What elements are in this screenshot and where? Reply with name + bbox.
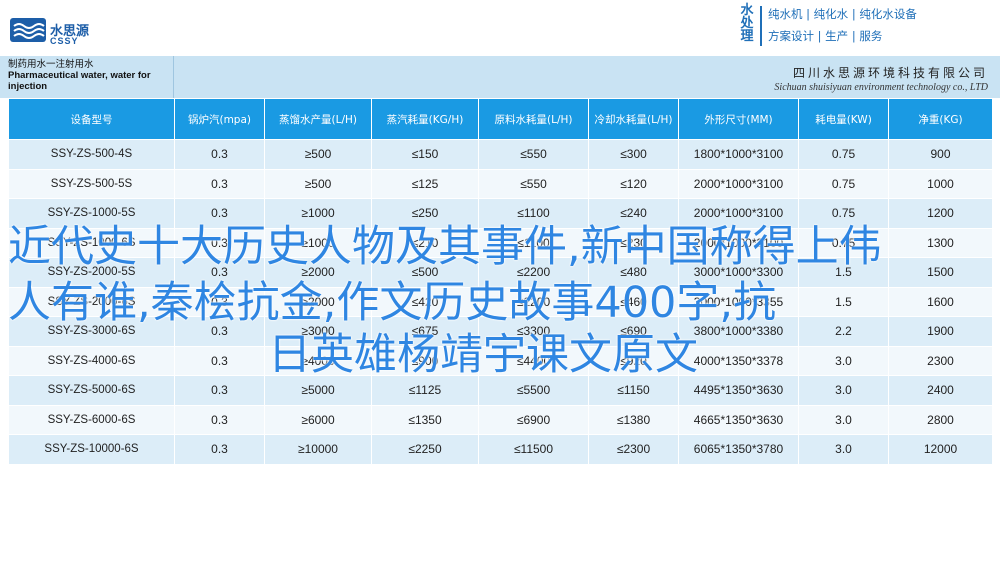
banner-title-en: Pharmaceutical water, water for injectio… — [8, 70, 151, 92]
cell-model: SSY-ZS-5000-6S — [8, 375, 175, 406]
services-line-2: 方案设计 | 生产 | 服务 — [768, 29, 883, 43]
overlay-line-1: 近代史十大历史人物及其事件,新中国称得上伟 — [8, 222, 882, 272]
company-name-cn: 四川水思源环境科技有限公司 — [792, 66, 988, 80]
table-row: SSY-ZS-500-5S 0.3 ≥500 ≤125 ≤550 ≤120 2000*100… — [8, 168, 993, 199]
cell-cooling-water: ≤300 — [588, 139, 679, 170]
banner-title-cn: 制药用水一注射用水 — [8, 59, 94, 70]
company-name-en: Sichuan shuisiyuan environment technolog… — [774, 82, 988, 93]
cell-net-weight: 1600 — [888, 286, 993, 317]
cell-boiler-pressure: 0.3 — [174, 345, 265, 376]
cell-dimensions: 1800*1000*3100 — [678, 139, 799, 170]
overlay-line-3: 日英雄杨靖宇课文原文 — [268, 330, 698, 380]
cell-distilled-output: ≥500 — [264, 168, 372, 199]
cell-cooling-water: ≤2300 — [588, 434, 679, 465]
cell-net-weight: 900 — [888, 139, 993, 170]
cell-power: 1.5 — [798, 286, 889, 317]
cell-net-weight: 1500 — [888, 257, 993, 288]
cell-steam-consumption: ≤1350 — [371, 404, 479, 435]
cell-feed-water: ≤6900 — [478, 404, 589, 435]
brand-logo[interactable]: 水思源 CSSY — [10, 14, 105, 48]
cell-feed-water: ≤550 — [478, 139, 589, 170]
header-bar: 水思源 CSSY 水处理 纯水机 | 纯化水 | 纯化水设备 方案设计 | 生产… — [0, 0, 1000, 56]
col-header-boiler-pressure: 锅炉汽(mpa) — [174, 98, 265, 140]
cell-model: SSY-ZS-500-5S — [8, 168, 175, 199]
cell-boiler-pressure: 0.3 — [174, 404, 265, 435]
cell-cooling-water: ≤1380 — [588, 404, 679, 435]
cell-net-weight: 1300 — [888, 227, 993, 258]
cell-dimensions: 4665*1350*3630 — [678, 404, 799, 435]
cell-net-weight: 1200 — [888, 198, 993, 229]
col-header-feed-water: 原料水耗量(L/H) — [478, 98, 589, 140]
cell-net-weight: 2800 — [888, 404, 993, 435]
cell-net-weight: 12000 — [888, 434, 993, 465]
cell-net-weight: 1900 — [888, 316, 993, 347]
brand-name-en: CSSY — [50, 36, 79, 46]
col-header-cooling-water: 冷却水耗量(L/H) — [588, 98, 679, 140]
cell-distilled-output: ≥10000 — [264, 434, 372, 465]
cell-boiler-pressure: 0.3 — [174, 434, 265, 465]
cell-boiler-pressure: 0.3 — [174, 168, 265, 199]
cell-power: 3.0 — [798, 404, 889, 435]
banner-divider — [173, 56, 174, 98]
cell-model: SSY-ZS-6000-6S — [8, 404, 175, 435]
col-header-model: 设备型号 — [8, 98, 175, 140]
cell-feed-water: ≤11500 — [478, 434, 589, 465]
cell-power: 2.2 — [798, 316, 889, 347]
table-row: SSY-ZS-6000-6S 0.3 ≥6000 ≤1350 ≤6900 ≤1380 466… — [8, 404, 993, 435]
cell-power: 0.75 — [798, 168, 889, 199]
overlay-line-2: 人有谁,秦桧抗金,作文历史故事400字,抗 — [8, 278, 777, 328]
cell-dimensions: 6065*1350*3780 — [678, 434, 799, 465]
cell-power: 0.75 — [798, 139, 889, 170]
cell-feed-water: ≤550 — [478, 168, 589, 199]
banner-title: 制药用水一注射用水 Pharmaceutical water, water fo… — [8, 59, 173, 92]
cell-steam-consumption: ≤125 — [371, 168, 479, 199]
cell-boiler-pressure: 0.3 — [174, 375, 265, 406]
cell-steam-consumption: ≤2250 — [371, 434, 479, 465]
services-divider — [760, 6, 762, 46]
cell-distilled-output: ≥500 — [264, 139, 372, 170]
col-header-net-weight: 净重(KG) — [888, 98, 993, 140]
cell-power: 3.0 — [798, 375, 889, 406]
cell-net-weight: 2300 — [888, 345, 993, 376]
cell-distilled-output: ≥6000 — [264, 404, 372, 435]
col-header-distilled-output: 蒸馏水产量(L/H) — [264, 98, 372, 140]
services-side-label: 水处理 — [740, 3, 754, 44]
cell-power: 3.0 — [798, 434, 889, 465]
services-block: 水处理 纯水机 | 纯化水 | 纯化水设备 方案设计 | 生产 | 服务 — [738, 4, 988, 48]
cell-model: SSY-ZS-500-4S — [8, 139, 175, 170]
cell-net-weight: 2400 — [888, 375, 993, 406]
cell-steam-consumption: ≤150 — [371, 139, 479, 170]
cell-boiler-pressure: 0.3 — [174, 139, 265, 170]
col-header-steam-consumption: 蒸汽耗量(KG/H) — [371, 98, 479, 140]
cell-model: SSY-ZS-4000-6S — [8, 345, 175, 376]
cell-power: 3.0 — [798, 345, 889, 376]
cell-cooling-water: ≤120 — [588, 168, 679, 199]
logo-waves-icon — [10, 18, 46, 42]
table-header-row: 设备型号 锅炉汽(mpa) 蒸馏水产量(L/H) 蒸汽耗量(KG/H) 原料水耗… — [8, 98, 993, 140]
table-row: SSY-ZS-10000-6S 0.3 ≥10000 ≤2250 ≤11500 ≤2300… — [8, 434, 993, 465]
col-header-dimensions: 外形尺寸(MM) — [678, 98, 799, 140]
cell-net-weight: 1000 — [888, 168, 993, 199]
col-header-power: 耗电量(KW) — [798, 98, 889, 140]
table-row: SSY-ZS-500-4S 0.3 ≥500 ≤150 ≤550 ≤300 1800*100… — [8, 139, 993, 170]
cell-dimensions: 2000*1000*3100 — [678, 168, 799, 199]
cell-model: SSY-ZS-10000-6S — [8, 434, 175, 465]
services-line-1: 纯水机 | 纯化水 | 纯化水设备 — [768, 7, 917, 21]
